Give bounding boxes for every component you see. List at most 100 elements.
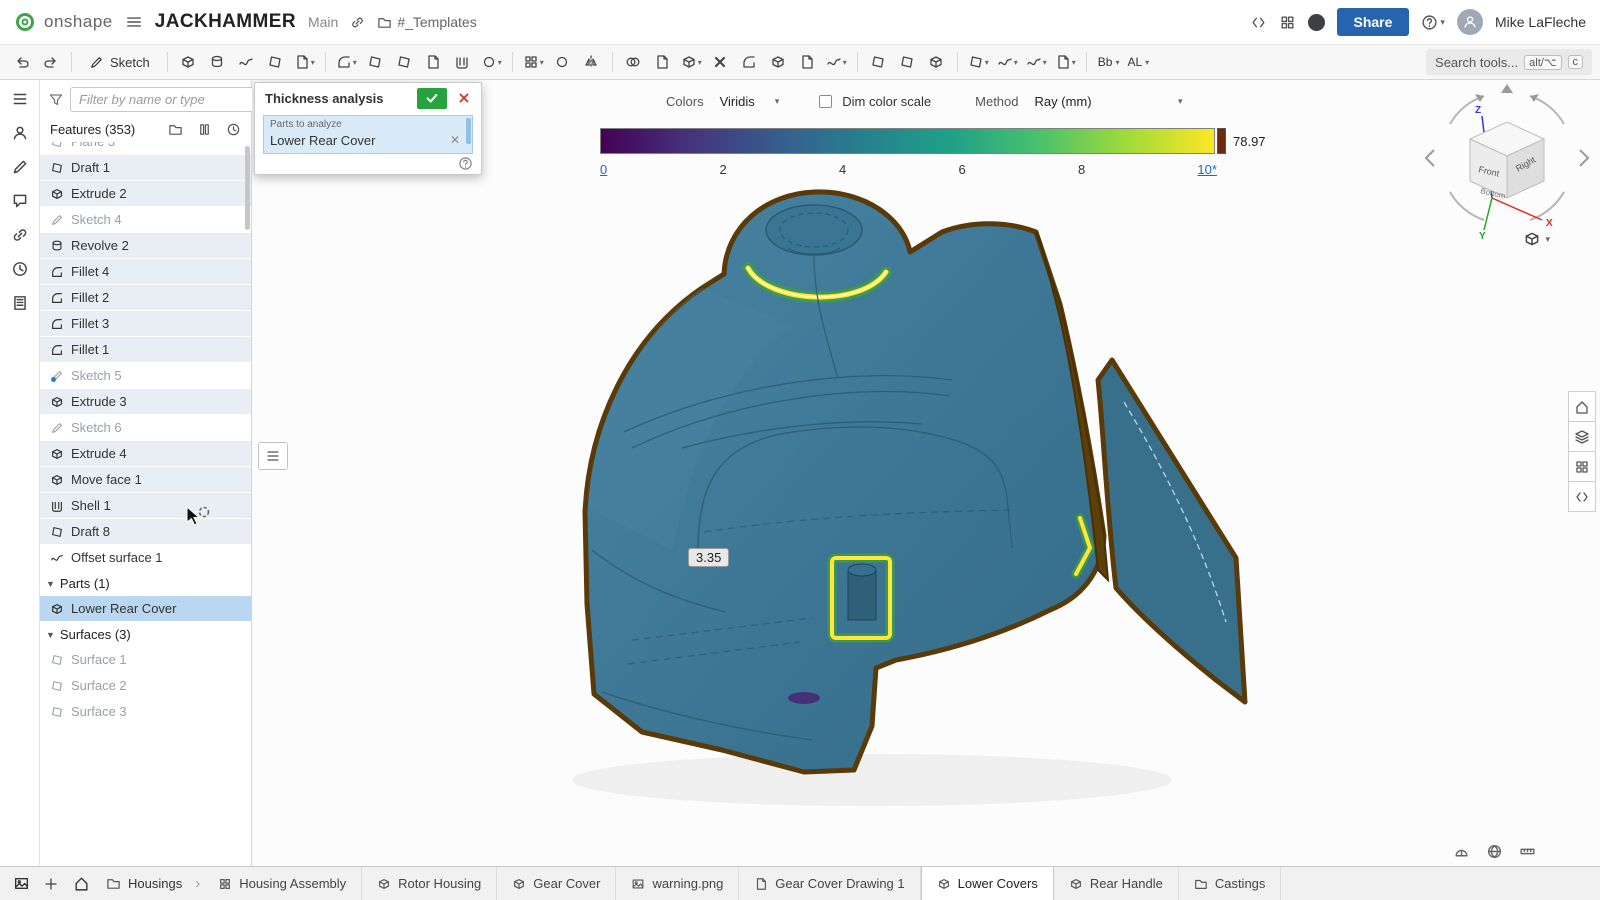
remove-part-icon[interactable]: ✕ (450, 133, 466, 147)
parts-to-analyze-list[interactable]: Parts to analyze Lower Rear Cover ✕ (263, 115, 473, 154)
sweep-tool-button[interactable] (233, 49, 260, 75)
view-options-button[interactable]: ▾ (1523, 230, 1550, 248)
redo-button[interactable] (37, 49, 64, 75)
feature-fillet-2[interactable]: Fillet 2 (40, 285, 251, 311)
feature-surface-2[interactable]: Surface 2 (40, 673, 251, 699)
tab-lower-covers[interactable]: Lower Covers (921, 866, 1054, 900)
units-icon[interactable] (1486, 843, 1503, 860)
rollback-icon[interactable] (226, 122, 241, 137)
surfaces-section-header[interactable]: ▼ Surfaces (3) (40, 622, 251, 647)
hole-tool-button[interactable]: ▾ (478, 49, 505, 75)
scale-tick-0[interactable]: 0 (600, 162, 607, 177)
boundary-surface-tool-button[interactable] (865, 49, 892, 75)
confirm-button[interactable] (417, 88, 447, 109)
history-icon[interactable] (11, 260, 29, 278)
sketch-button[interactable]: Sketch (79, 49, 160, 75)
feature-sketch-4[interactable]: Sketch 4 (40, 207, 251, 233)
add-folder-icon[interactable] (168, 122, 183, 137)
add-tab-button[interactable] (36, 867, 66, 900)
thicken-tool-button[interactable]: ▾ (291, 49, 318, 75)
revolve-tool-button[interactable] (204, 49, 231, 75)
link-icon[interactable] (350, 15, 365, 30)
tool-search[interactable]: Search tools... alt/⌥ c (1426, 49, 1592, 75)
tab-rear-handle[interactable]: Rear Handle (1054, 867, 1179, 900)
feature-sketch-6[interactable]: Sketch 6 (40, 415, 251, 441)
app-store-icon[interactable] (1279, 14, 1296, 31)
collaborators-icon[interactable] (11, 124, 29, 142)
feature-draft-1[interactable]: Draft 1 (40, 155, 251, 181)
chip-list-scrollbar[interactable] (466, 118, 471, 144)
feature-draft-8[interactable]: Draft 8 (40, 519, 251, 545)
feature-fillet-1[interactable]: Fillet 1 (40, 337, 251, 363)
shell-tool-button[interactable] (449, 49, 476, 75)
modify-fillet-tool-button[interactable] (736, 49, 763, 75)
colors-select[interactable]: Viridis ▾ (714, 92, 786, 111)
bb-dropdown[interactable]: Bb▾ (1094, 49, 1122, 75)
tables-icon[interactable] (11, 294, 29, 312)
thumbnail-view-icon[interactable] (6, 867, 36, 900)
parts-list-icon[interactable] (1568, 421, 1596, 452)
cancel-button[interactable] (453, 87, 475, 109)
tab-gear-cover[interactable]: Gear Cover (497, 867, 616, 900)
folder-tab-housings[interactable]: Housings (96, 867, 192, 900)
tab-castings[interactable]: Castings (1179, 867, 1282, 900)
main-menu-icon[interactable] (125, 13, 143, 31)
configurations-panel-icon[interactable] (1568, 481, 1596, 512)
feature-move-face-1[interactable]: Move face 1 (40, 467, 251, 493)
extrude-tool-button[interactable] (175, 49, 202, 75)
linear-pattern-tool-button[interactable]: ▾ (520, 49, 547, 75)
fill-surface-tool-button[interactable] (894, 49, 921, 75)
feature-shell-1[interactable]: Shell 1 (40, 493, 251, 519)
split-tool-button[interactable] (649, 49, 676, 75)
feature-extrude-2[interactable]: Extrude 2 (40, 181, 251, 207)
breadcrumb[interactable]: #_Templates (377, 14, 476, 30)
selected-part-chip[interactable]: Lower Rear Cover ✕ (270, 130, 466, 150)
filter-input[interactable] (70, 87, 264, 112)
offset-surface-tool-button[interactable]: ▾ (823, 49, 850, 75)
fillet-tool-button[interactable]: ▾ (333, 49, 360, 75)
bom-panel-icon[interactable] (1568, 451, 1596, 482)
rib-tool-button[interactable] (420, 49, 447, 75)
avatar[interactable] (1457, 9, 1483, 35)
ruler-icon[interactable] (1519, 843, 1536, 860)
feature-offset-surface-1[interactable]: Offset surface 1 (40, 545, 251, 571)
suppress-icon[interactable] (197, 122, 212, 137)
enclose-tool-button[interactable] (923, 49, 950, 75)
markup-icon[interactable] (11, 158, 29, 176)
scale-tick-10-[interactable]: 10* (1197, 162, 1217, 177)
feature-plane-3[interactable]: Plane 3 (40, 142, 251, 155)
integration-icon[interactable] (1308, 14, 1325, 31)
move-face-tool-button[interactable] (765, 49, 792, 75)
help-menu[interactable]: ▾ (1421, 14, 1445, 31)
parts-section-header[interactable]: ▼ Parts (1) (40, 571, 251, 596)
version-label[interactable]: Main (308, 14, 338, 30)
feature-surface-3[interactable]: Surface 3 (40, 699, 251, 725)
versions-icon[interactable] (11, 226, 29, 244)
sheet-metal-tool-button[interactable]: ▾ (1052, 49, 1079, 75)
feature-fillet-3[interactable]: Fillet 3 (40, 311, 251, 337)
boolean-tool-button[interactable] (620, 49, 647, 75)
al-dropdown[interactable]: AL▾ (1123, 49, 1151, 75)
feature-extrude-3[interactable]: Extrude 3 (40, 389, 251, 415)
draft-tool-button[interactable] (391, 49, 418, 75)
feature-list-toggle-button[interactable] (258, 442, 288, 470)
loft-tool-button[interactable] (262, 49, 289, 75)
model-3d[interactable] (252, 80, 1600, 866)
tab-gear-cover-drawing-1[interactable]: Gear Cover Drawing 1 (739, 867, 920, 900)
dim-color-scale-checkbox[interactable] (819, 95, 832, 108)
graphics-area[interactable]: Thickness analysis Parts to analyze Lowe… (252, 80, 1600, 866)
tab-housing-assembly[interactable]: Housing Assembly (203, 867, 362, 900)
replace-face-tool-button[interactable] (794, 49, 821, 75)
spline-tool-button[interactable]: ▾ (1023, 49, 1050, 75)
view-cube[interactable]: Z X Y Front Right Bottom (1422, 80, 1592, 240)
dialog-help-icon[interactable] (458, 156, 473, 171)
share-button[interactable]: Share (1337, 8, 1410, 36)
plane-tool-button[interactable]: ▾ (965, 49, 992, 75)
circular-pattern-tool-button[interactable] (549, 49, 576, 75)
delete-part-tool-button[interactable] (707, 49, 734, 75)
feature-sketch-5[interactable]: Sketch 5 (40, 363, 251, 389)
method-select[interactable]: Ray (mm) ▾ (1029, 92, 1189, 111)
chamfer-tool-button[interactable] (362, 49, 389, 75)
mirror-tool-button[interactable] (578, 49, 605, 75)
feature-extrude-4[interactable]: Extrude 4 (40, 441, 251, 467)
